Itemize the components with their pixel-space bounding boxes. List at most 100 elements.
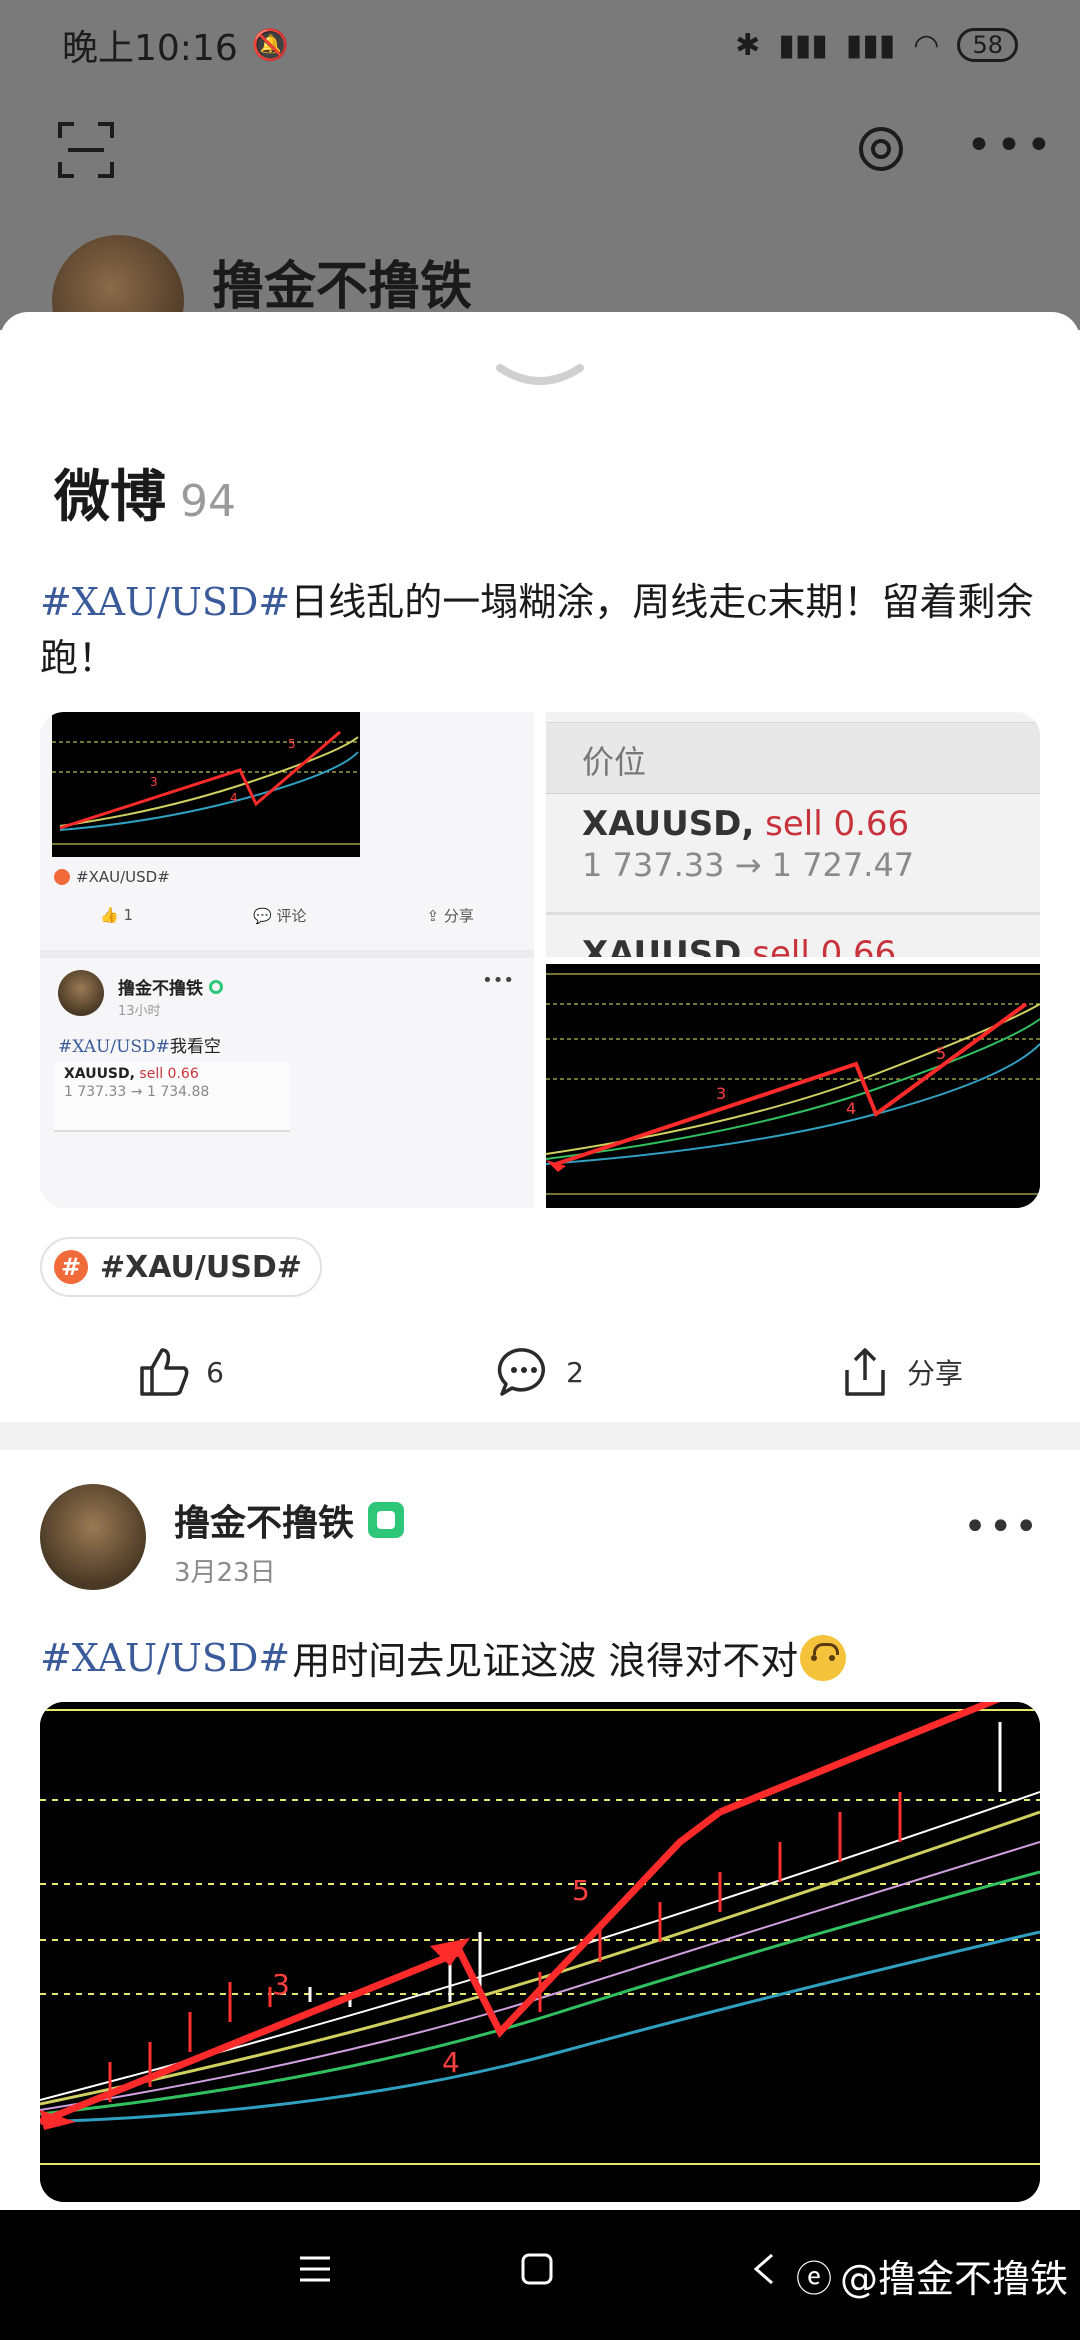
more-icon[interactable]: ••• xyxy=(963,1504,1040,1550)
embedded-like: 👍 1 xyxy=(100,906,134,924)
embedded-tag: #XAU/USD# xyxy=(58,1037,170,1057)
hashtag-link[interactable]: #XAU/USD# xyxy=(40,1636,290,1680)
embedded-chip-text: #XAU/USD# xyxy=(76,868,170,886)
post-count: 94 xyxy=(180,476,236,527)
embedded-time: 13小时 xyxy=(118,1004,161,1019)
post-text: #XAU/USD# 用时间去见证这波 浪得对不对 xyxy=(40,1630,847,1685)
trade-side: sell 0.66 xyxy=(765,804,910,844)
signal-hd-icon: ▮▮▮ xyxy=(845,27,896,63)
wave-label: 5 xyxy=(288,737,296,751)
price-chart-large: 3 4 5 xyxy=(40,1702,1040,2202)
trade-card-header-text: 价位 xyxy=(582,743,647,781)
embedded-chip: #XAU/USD# xyxy=(54,868,170,886)
status-icons: ✱ ▮▮▮ ▮▮▮ ◠ 58 xyxy=(735,28,1018,63)
sheet-title: 微博 94 xyxy=(54,452,236,533)
share-label: 分享 xyxy=(906,1357,963,1390)
wave-label: 3 xyxy=(716,1084,726,1103)
post-image-chart[interactable]: 3 4 5 xyxy=(40,1702,1040,2202)
embedded-text: #XAU/USD#我看空 xyxy=(58,1032,221,1057)
image-trade-card[interactable]: 价位 XAUUSD, sell 0.66 1 737.33 → 1 727.47… xyxy=(546,712,1040,957)
share-icon xyxy=(845,1348,885,1396)
post-text: #XAU/USD#日线乱的一塌糊涂，周线走c末期！留着剩余跑！ xyxy=(40,574,1040,686)
author-name[interactable]: 撸金不撸铁 xyxy=(174,1494,405,1546)
wave-label: 5 xyxy=(936,1044,946,1063)
embedded-more-icon: ••• xyxy=(482,970,514,991)
wave-label: 3 xyxy=(150,775,158,789)
sheet-title-text: 微博 xyxy=(54,465,166,530)
embedded-trade-side: sell 0.66 xyxy=(139,1066,199,1082)
trade-prices: 1 737.33 → 1 727.47 xyxy=(582,846,915,884)
trade-symbol: XAUUSD, xyxy=(582,804,755,844)
post-date: 3月23日 xyxy=(174,1558,276,1588)
post-header: 撸金不撸铁 3月23日 ••• xyxy=(40,1484,1040,1594)
post-divider xyxy=(0,1422,1080,1450)
avatar[interactable] xyxy=(40,1484,146,1590)
trade-row: XAUUSD, sell 0.66 1 737.33 → 1 727.47 xyxy=(582,804,914,884)
status-time: 晚上10:16 xyxy=(62,28,238,69)
home-icon[interactable] xyxy=(520,2252,554,2286)
post-body: 用时间去见证这波 浪得对不对 xyxy=(292,1639,799,1683)
wave-label: 4 xyxy=(846,1099,856,1118)
trade-row-partial: XAUUSD sell 0.66 xyxy=(582,934,896,957)
collapse-handle-icon[interactable] xyxy=(492,360,588,394)
wave-label: 4 xyxy=(230,791,238,805)
embedded-comment-label: 评论 xyxy=(276,906,307,925)
wave-label: 5 xyxy=(572,1874,590,1907)
verified-icon xyxy=(368,1502,405,1538)
watermark-text: @撸金不撸铁 xyxy=(839,2257,1068,2301)
hashtag-link[interactable]: #XAU/USD# xyxy=(40,580,290,624)
embedded-trade: XAUUSD, sell 0.66 1 737.33 → 1 734.88 xyxy=(54,1062,290,1132)
scan-icon[interactable] xyxy=(56,120,116,180)
trade-partial-symbol: XAUUSD xyxy=(582,934,742,957)
bluetooth-icon: ✱ xyxy=(735,27,761,63)
mute-icon: 🔕 xyxy=(251,27,290,63)
profile-name: 撸金不撸铁 xyxy=(212,256,473,317)
embedded-avatar xyxy=(58,970,104,1016)
embedded-trade-symbol: XAUUSD, xyxy=(64,1066,135,1082)
signal-icon: ▮▮▮ xyxy=(778,27,828,63)
embedded-body: 我看空 xyxy=(169,1037,221,1057)
background-toolbar: ••• xyxy=(0,110,1080,190)
hashtag-icon: # xyxy=(54,1250,88,1284)
embedded-author-name: 撸金不撸铁 xyxy=(118,979,203,999)
embedded-like-count: 1 xyxy=(123,906,134,924)
watermark: ⓔ @撸金不撸铁 xyxy=(796,2248,1068,2303)
comment-button[interactable]: 2 xyxy=(360,1322,720,1422)
more-icon[interactable]: ••• xyxy=(966,120,1056,171)
wifi-icon: ◠ xyxy=(913,27,940,63)
menu-icon[interactable] xyxy=(298,2252,332,2286)
embedded-trade-prices: 1 737.33 → 1 734.88 xyxy=(64,1084,210,1100)
back-icon[interactable] xyxy=(752,2252,776,2286)
topic-chip[interactable]: # #XAU/USD# xyxy=(40,1237,322,1297)
status-bar: 晚上10:16 🔕 ✱ ▮▮▮ ▮▮▮ ◠ 58 xyxy=(0,0,1080,90)
comment-count: 2 xyxy=(566,1355,584,1389)
price-chart-small: 3 4 5 xyxy=(546,964,1040,1208)
embedded-author: 撸金不撸铁 xyxy=(118,974,223,999)
like-button[interactable]: 6 xyxy=(0,1322,360,1422)
system-nav-bar: ⓔ @撸金不撸铁 xyxy=(0,2210,1080,2340)
background-page: 晚上10:16 🔕 ✱ ▮▮▮ ▮▮▮ ◠ 58 ••• 撸金不撸铁 xyxy=(0,0,1080,367)
author-name-text: 撸金不撸铁 xyxy=(174,1503,355,1544)
weibo-logo-icon: ⓔ xyxy=(795,2258,832,2300)
trade-partial-side: sell 0.66 xyxy=(752,934,897,957)
image-grid: 3 4 5 #XAU/USD# 👍 1 💬 评论 ⇪ 分享 撸金不撸铁 13小时… xyxy=(40,712,1040,1208)
embedded-separator xyxy=(40,950,534,958)
image-embedded-post[interactable]: 3 4 5 #XAU/USD# 👍 1 💬 评论 ⇪ 分享 撸金不撸铁 13小时… xyxy=(40,712,534,1208)
embedded-actions: 👍 1 💬 评论 ⇪ 分享 xyxy=(40,892,534,938)
comment-icon xyxy=(497,1348,545,1396)
like-count: 6 xyxy=(206,1355,224,1389)
topic-chip-text: #XAU/USD# xyxy=(100,1249,302,1285)
weibo-sheet: 微博 94 #XAU/USD#日线乱的一塌糊涂，周线走c末期！留着剩余跑！ 3 … xyxy=(0,312,1080,2210)
wave-label: 3 xyxy=(272,1968,290,2001)
trade-card-header: 价位 xyxy=(546,722,1040,794)
trade-row-separator xyxy=(546,912,1040,915)
embedded-comment: 💬 评论 xyxy=(253,906,307,925)
battery-indicator: 58 xyxy=(957,28,1018,62)
embedded-screenshot: 3 4 5 xyxy=(52,712,360,857)
embedded-share-label: 分享 xyxy=(443,906,474,925)
thumbs-up-icon xyxy=(140,1348,189,1396)
gear-icon[interactable] xyxy=(852,120,910,178)
share-button[interactable]: 分享 xyxy=(720,1322,1080,1422)
upside-down-face-icon xyxy=(800,1634,847,1681)
image-price-chart[interactable]: 3 4 5 xyxy=(546,964,1040,1208)
